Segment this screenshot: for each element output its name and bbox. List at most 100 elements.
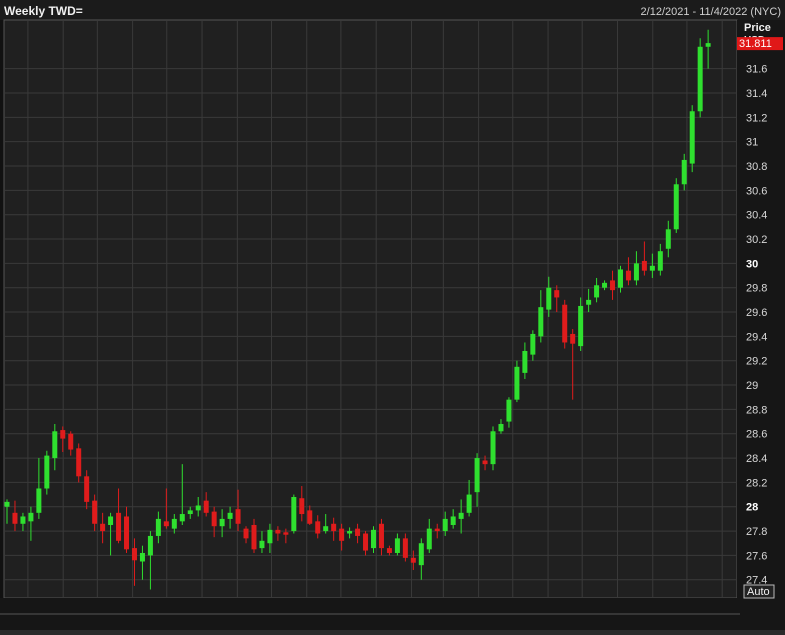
candle-body (570, 333, 576, 344)
candle-body (697, 46, 703, 112)
candle-body (546, 287, 552, 310)
candle-body (163, 521, 169, 527)
candle-body (402, 538, 408, 558)
candle-body (363, 533, 369, 551)
candle-body (617, 269, 623, 288)
candle-body (28, 512, 34, 522)
candle-body (649, 265, 655, 271)
candle-body (554, 290, 560, 298)
candle-body (323, 526, 329, 532)
candle-body (498, 423, 504, 432)
candle-body (235, 509, 241, 524)
candle-body (20, 516, 26, 524)
y-tick-label: 28.2 (746, 477, 767, 489)
candle-body (426, 528, 432, 550)
candle-body (602, 282, 608, 288)
y-tick-label: 31 (746, 137, 758, 149)
candle-body (347, 531, 353, 534)
candle-body (60, 430, 66, 439)
y-tick-label: 30.2 (746, 234, 767, 246)
candle-body (171, 518, 177, 529)
candle-body (578, 305, 584, 347)
candle-body (227, 512, 233, 519)
candle-body (44, 455, 50, 489)
candle-body (625, 270, 631, 281)
y-tick-label: 31.2 (746, 112, 767, 124)
candle-body (131, 548, 137, 561)
horizontal-scrollbar[interactable] (0, 630, 785, 635)
y-tick-label: 28.8 (746, 404, 767, 416)
candle-body (76, 448, 82, 477)
candle-body (450, 516, 456, 525)
plot-area[interactable] (3, 19, 738, 599)
candle-body (155, 518, 161, 536)
candle-body (410, 557, 416, 563)
candle-body (124, 516, 130, 550)
y-tick-label: 30.6 (746, 185, 767, 197)
x-axis-panel (0, 598, 785, 635)
candle-body (275, 529, 281, 534)
date-range: 2/12/2021 - 11/4/2022 (NYC) (641, 6, 781, 18)
candle-body (378, 523, 384, 549)
candle-body (203, 500, 209, 513)
candle-body (633, 263, 639, 281)
candle-body (371, 529, 376, 549)
candle-body (562, 304, 568, 343)
candle-body (418, 543, 424, 566)
candle-body (506, 399, 512, 422)
y-tick-label: 31.6 (746, 64, 767, 76)
candle-body (594, 285, 600, 298)
candle-body (251, 524, 257, 550)
y-tick-label: 27.8 (746, 526, 767, 538)
candle-body (283, 532, 289, 535)
y-tick-label: 30 (746, 258, 758, 270)
candle-body (705, 43, 711, 47)
candle-body (339, 528, 345, 541)
candle-body (474, 458, 480, 493)
chart-title: Weekly TWD= (4, 4, 83, 18)
y-tick-label: 28.6 (746, 429, 767, 441)
y-tick-label: 29.2 (746, 356, 767, 368)
candle-body (665, 229, 671, 249)
candle-body (315, 521, 321, 534)
candle-body (641, 260, 647, 271)
candle-body (681, 159, 687, 185)
candle-body (219, 518, 225, 527)
candle-body (522, 350, 528, 373)
candle-body (12, 512, 18, 524)
y-tick-label: 29.6 (746, 307, 767, 319)
candle-body (689, 111, 695, 164)
candle-body (331, 523, 337, 532)
candle-body (291, 497, 297, 532)
candle-body (195, 505, 201, 511)
y-tick-label: 29.4 (746, 331, 767, 343)
candle-body (673, 184, 679, 230)
candle-body (355, 528, 361, 536)
y-tick-label: 29.8 (746, 283, 767, 295)
candle-body (92, 500, 98, 524)
candle-body (36, 488, 42, 513)
candle-body (108, 516, 114, 525)
candle-body (116, 512, 122, 541)
candle-body (68, 433, 74, 450)
last-price-label: 31.811 (739, 38, 772, 50)
candle-body (100, 523, 106, 532)
candle-body (307, 510, 313, 524)
last-price-marker: 31.811 (737, 37, 783, 51)
candle-body (243, 528, 249, 539)
candle-body (386, 548, 392, 553)
candle-body (458, 512, 464, 519)
candle-body (187, 510, 193, 515)
y-tick-label: 28 (746, 502, 758, 514)
candle-body (610, 280, 616, 291)
candle-body (84, 476, 90, 502)
candlestick-chart: Weekly TWD= 2/12/2021 - 11/4/2022 (NYC) … (0, 0, 785, 635)
candle-body (211, 511, 217, 527)
y-tick-label: 31.4 (746, 88, 767, 100)
candle-body (147, 535, 153, 556)
candle-body (530, 333, 536, 355)
candle-body (538, 307, 544, 337)
candle-body (490, 431, 496, 465)
y-tick-label: 30.8 (746, 161, 767, 173)
candle-body (4, 501, 10, 507)
